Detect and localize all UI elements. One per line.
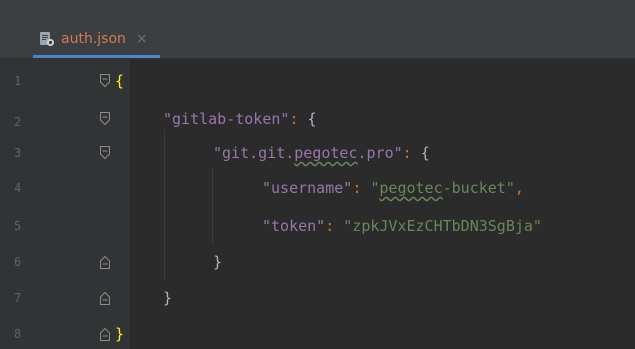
fold-open-icon[interactable] (99, 112, 111, 126)
tab-auth-json[interactable]: auth.json × (33, 22, 160, 58)
open-brace: { (420, 144, 430, 162)
comma: , (514, 179, 524, 197)
editor-window: auth.json × 1 2 3 4 5 6 7 8 {"gitlab-to… (0, 0, 635, 349)
fold-close-icon[interactable] (99, 327, 111, 341)
fold-close-icon[interactable] (99, 291, 111, 305)
close-brace: } (163, 289, 173, 307)
tab-label: auth.json (61, 30, 126, 47)
json-file-icon (39, 31, 55, 47)
code-line-3: "git.git.pegotec.pro": { (213, 143, 430, 163)
line-number: 1 (14, 74, 22, 88)
open-brace: { (307, 110, 317, 128)
fold-close-icon[interactable] (99, 255, 111, 269)
tab-bar: auth.json × (0, 22, 635, 59)
line-number: 5 (14, 219, 22, 233)
line-number: 3 (14, 146, 22, 160)
indent-guide (164, 129, 165, 281)
code-line-4: "username": "pegotec-bucket", (262, 178, 524, 198)
code-line-6: } (213, 252, 222, 272)
string-typo: pegotec (379, 179, 443, 197)
json-key-prefix: "git.git. (213, 144, 295, 162)
title-strip (0, 0, 635, 23)
fold-open-icon[interactable] (99, 146, 111, 160)
json-key: "gitlab-token" (163, 110, 290, 128)
json-key: "username" (262, 179, 353, 197)
line-number: 7 (14, 291, 22, 305)
code-line-8: } (115, 324, 124, 344)
line-number: 2 (14, 115, 22, 129)
json-key: "token" (262, 217, 326, 235)
code-line-2: "gitlab-token": { (163, 109, 317, 129)
colon: : (402, 144, 412, 162)
colon: : (289, 110, 299, 128)
fold-open-icon[interactable] (99, 74, 111, 88)
string-suffix: -bucket" (442, 179, 515, 197)
string-value: "zpkJVxEzCHTbDN3SgBja" (343, 217, 542, 235)
close-brace: } (213, 253, 223, 271)
indent-guide (212, 167, 213, 245)
close-icon[interactable]: × (136, 32, 148, 46)
gutter: 1 2 3 4 5 6 7 8 (0, 59, 130, 349)
code-line-1: { (115, 71, 124, 91)
colon: : (352, 179, 362, 197)
line-number: 4 (14, 181, 22, 195)
code-editor[interactable]: 1 2 3 4 5 6 7 8 {"gitlab-token": {"git… (0, 59, 635, 349)
line-number: 6 (14, 255, 22, 269)
colon: : (325, 217, 335, 235)
open-brace: { (115, 72, 125, 90)
code-line-7: } (163, 288, 172, 308)
line-number: 8 (14, 327, 22, 341)
code-line-5: "token": "zpkJVxEzCHTbDN3SgBja" (262, 216, 542, 236)
json-key-suffix: .pro" (357, 144, 403, 162)
close-brace: } (115, 325, 125, 343)
json-key-typo: pegotec (294, 144, 358, 162)
